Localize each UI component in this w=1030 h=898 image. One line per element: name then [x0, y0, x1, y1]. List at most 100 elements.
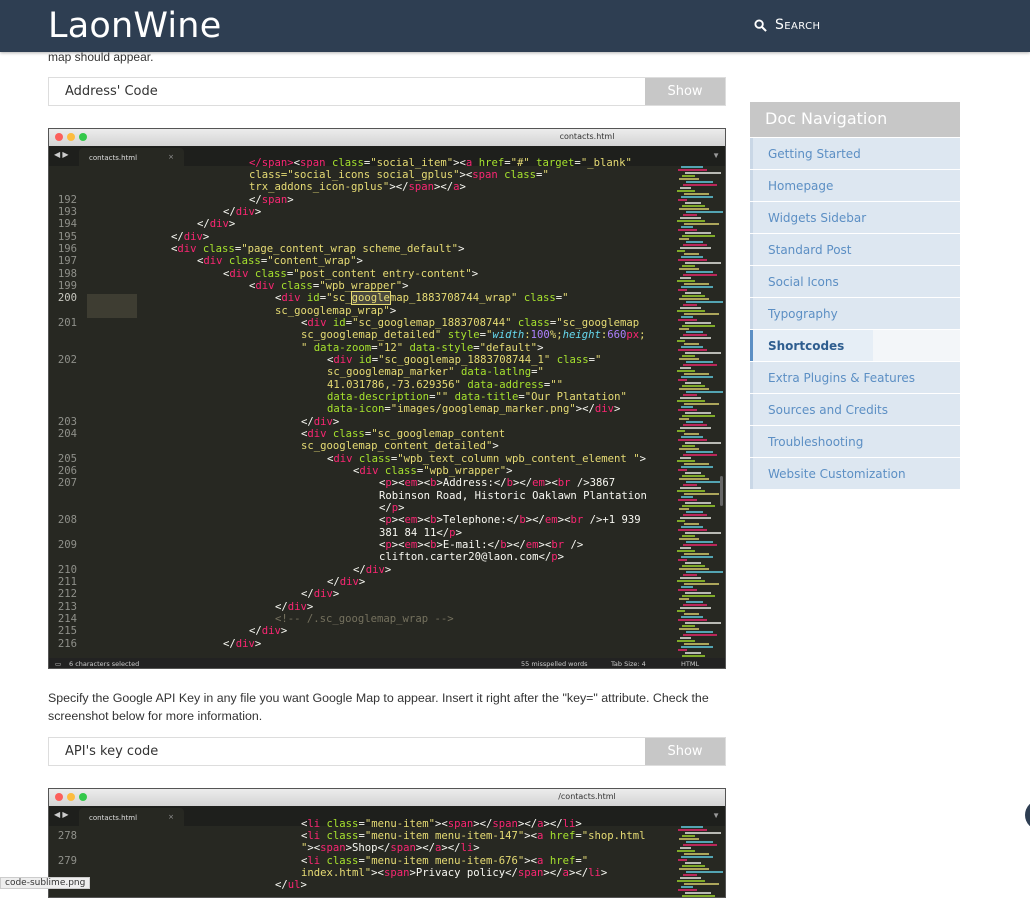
minimap-stroke [677, 880, 705, 882]
minimap-stroke [681, 316, 693, 318]
code-line: clifton.carter20@laon.com</p> [379, 551, 564, 563]
code-line: </span> [249, 194, 294, 206]
minimap-stroke [680, 547, 691, 549]
code-line: index.html"><span>Privacy policy</span><… [301, 867, 608, 879]
sidebar-item-social-icons[interactable]: Social Icons [750, 266, 960, 297]
minimap-stroke [686, 541, 713, 543]
minimap-stroke [677, 550, 695, 552]
sidebar-item-typography[interactable]: Typography [750, 298, 960, 329]
show-address-code-button[interactable]: Show [645, 78, 725, 105]
sidebar-item-getting-started[interactable]: Getting Started [750, 138, 960, 169]
minimap-stroke [681, 496, 693, 498]
minimap-stroke [678, 529, 707, 531]
minimap-stroke [681, 436, 703, 438]
minimap-stroke [678, 829, 707, 831]
minimap-stroke [678, 409, 697, 411]
code-line: </div> [171, 231, 210, 243]
minimap-stroke [682, 205, 705, 207]
minimap-stroke [686, 841, 713, 843]
code-line: <p><em><b>Telephone:</b></em><br />+1 93… [379, 514, 641, 526]
minimap-stroke [681, 376, 713, 378]
line-number: 209 [57, 539, 77, 551]
code-line: <div class="sc_googlemap_content [301, 428, 506, 440]
minimap-stroke [678, 469, 687, 471]
minimap-stroke [685, 322, 711, 324]
minimap-stroke [679, 328, 689, 330]
minimap-stroke [686, 451, 713, 453]
minimap-stroke [683, 514, 707, 516]
minimap-stroke [686, 211, 723, 213]
minimap-stroke [683, 544, 717, 546]
minimap-stroke [681, 226, 693, 228]
minimap-stroke [685, 352, 721, 354]
code-line: <div class="content_wrap"> [197, 255, 363, 267]
minimap-stroke [685, 502, 711, 504]
minimap-stroke [685, 622, 721, 624]
sidebar-item-standard-post[interactable]: Standard Post [750, 234, 960, 265]
minimap-stroke [684, 613, 699, 615]
sidebar-item-widgets-sidebar[interactable]: Widgets Sidebar [750, 202, 960, 233]
sidebar-item-shortcodes[interactable]: Shortcodes [750, 330, 960, 361]
minimap-stroke [685, 892, 711, 894]
status-spelling: 55 misspelled words [521, 660, 588, 668]
minimap-stroke [682, 895, 715, 897]
line-number: 210 [57, 564, 77, 576]
code-line: <!-- /.sc_googlemap_wrap --> [275, 613, 454, 625]
instruction-paragraph: Specify the Google API Key in any file y… [48, 691, 709, 723]
minimap-stroke [685, 292, 701, 294]
code-line: <div id="sc_googlemap_1883708744_wrap" c… [275, 291, 569, 305]
code-line: <div id="sc_googlemap_1883708744_1" clas… [327, 354, 602, 366]
minimap-stroke [681, 166, 703, 168]
editor-tab: contacts.html × [79, 148, 184, 166]
minimap-stroke [682, 475, 705, 477]
show-api-key-code-button[interactable]: Show [645, 738, 725, 765]
code-line: </div> [223, 638, 262, 650]
minimap-stroke [685, 382, 701, 384]
minimap-stroke [681, 886, 693, 888]
sidebar-item-extra-plugins-features[interactable]: Extra Plugins & Features [750, 362, 960, 393]
minimap-stroke [684, 463, 709, 465]
status-tabsize[interactable]: Tab Size: 4 [611, 660, 646, 668]
minimap-stroke [683, 574, 697, 576]
minimap-stroke [685, 412, 711, 414]
minimap-stroke [681, 466, 713, 468]
line-number: 202 [57, 354, 77, 366]
minimap-stroke [685, 532, 721, 534]
status-syntax[interactable]: HTML [681, 660, 699, 668]
minimap-stroke [680, 247, 711, 249]
minimap-stroke [686, 571, 723, 573]
minimap-stroke [682, 655, 705, 657]
minimap-stroke [682, 235, 715, 237]
line-number: 213 [57, 601, 77, 613]
minimap[interactable] [677, 166, 723, 658]
minimap-stroke [686, 631, 713, 633]
minimap-stroke [680, 307, 701, 309]
code-line: <p><em><b>E-mail:</b></em><br /> [379, 539, 584, 551]
minimap-stroke [684, 643, 709, 645]
minimap-stroke [684, 313, 719, 315]
sidebar-item-homepage[interactable]: Homepage [750, 170, 960, 201]
minimap-stroke [683, 184, 717, 186]
code-line: <li class="menu-item menu-item-147"><a h… [301, 830, 646, 842]
chevron-down-icon: ▼ [712, 151, 720, 160]
floating-action-button[interactable] [1025, 800, 1030, 830]
line-number: 198 [57, 268, 77, 280]
sidebar-item-sources-and-credits[interactable]: Sources and Credits [750, 394, 960, 425]
site-logo[interactable]: LaonWine [48, 6, 221, 46]
minimap-stroke [683, 244, 707, 246]
minimap-stroke [678, 289, 687, 291]
line-number: 192 [57, 194, 77, 206]
scrollbar[interactable] [720, 476, 723, 506]
code-screenshot-2: /contacts.html ◀ ▶ contacts.html × ▼ 278 2… [48, 788, 726, 898]
minimap-stroke [684, 553, 709, 555]
code-line: data-description="" data-title="Our Plan… [327, 391, 627, 403]
sidebar-item-website-customization[interactable]: Website Customization [750, 458, 960, 489]
minimap-stroke [684, 433, 699, 435]
minimap-stroke [681, 556, 713, 558]
status-selection: 6 characters selected [69, 660, 140, 668]
minimap[interactable] [677, 826, 723, 897]
code-line: sc_googlemap_detailed" style="width:100%… [301, 329, 646, 341]
search-button[interactable]: Search [754, 17, 820, 33]
sidebar-item-troubleshooting[interactable]: Troubleshooting [750, 426, 960, 457]
minimap-stroke [678, 439, 707, 441]
